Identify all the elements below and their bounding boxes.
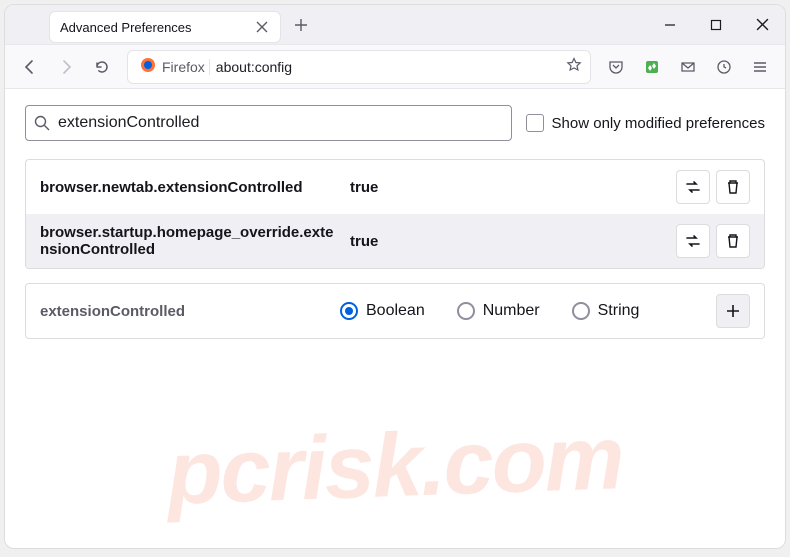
watermark: pcrisk.com <box>4 401 786 531</box>
close-window-button[interactable] <box>739 5 785 44</box>
radio-number[interactable]: Number <box>457 302 540 320</box>
preferences-table: browser.newtab.extensionControlled true … <box>25 159 765 269</box>
search-input[interactable] <box>58 114 503 132</box>
pref-name: browser.newtab.extensionControlled <box>40 179 340 196</box>
toggle-button[interactable] <box>676 170 710 204</box>
checkbox-icon <box>526 114 544 132</box>
maximize-button[interactable] <box>693 5 739 44</box>
pocket-button[interactable] <box>599 50 633 84</box>
navigation-toolbar: Firefox <box>5 45 785 89</box>
tab-title: Advanced Preferences <box>60 20 254 35</box>
new-pref-name: extensionControlled <box>40 303 340 320</box>
about-config-content: Show only modified preferences browser.n… <box>5 89 785 355</box>
mail-button[interactable] <box>671 50 705 84</box>
account-button[interactable] <box>707 50 741 84</box>
close-tab-icon[interactable] <box>254 19 270 35</box>
menu-button[interactable] <box>743 50 777 84</box>
bookmark-star-icon[interactable] <box>566 57 584 76</box>
search-preference-box[interactable] <box>25 105 512 141</box>
titlebar: Advanced Preferences <box>5 5 785 45</box>
pref-value: true <box>350 233 666 250</box>
delete-button[interactable] <box>716 170 750 204</box>
show-modified-label: Show only modified preferences <box>552 115 765 132</box>
delete-button[interactable] <box>716 224 750 258</box>
address-bar[interactable]: Firefox <box>127 50 591 84</box>
firefox-icon <box>134 57 162 76</box>
url-input[interactable] <box>216 59 566 75</box>
radio-icon <box>572 302 590 320</box>
forward-button[interactable] <box>49 50 83 84</box>
toggle-button[interactable] <box>676 224 710 258</box>
window-controls <box>647 5 785 44</box>
extension-button[interactable] <box>635 50 669 84</box>
search-icon <box>34 115 50 131</box>
show-modified-toggle[interactable]: Show only modified preferences <box>526 114 765 132</box>
radio-string[interactable]: String <box>572 302 640 320</box>
add-pref-row: extensionControlled Boolean Number Strin… <box>25 283 765 339</box>
radio-icon <box>340 302 358 320</box>
pref-value: true <box>350 179 666 196</box>
type-radio-group: Boolean Number String <box>340 302 716 320</box>
back-button[interactable] <box>13 50 47 84</box>
radio-icon <box>457 302 475 320</box>
radio-boolean[interactable]: Boolean <box>340 302 425 320</box>
table-row: browser.startup.homepage_override.extens… <box>26 214 764 268</box>
reload-button[interactable] <box>85 50 119 84</box>
browser-tab[interactable]: Advanced Preferences <box>49 11 281 43</box>
add-button[interactable] <box>716 294 750 328</box>
table-row: browser.newtab.extensionControlled true <box>26 160 764 214</box>
pref-name: browser.startup.homepage_override.extens… <box>40 224 340 258</box>
minimize-button[interactable] <box>647 5 693 44</box>
identity-label: Firefox <box>162 59 210 75</box>
new-tab-button[interactable] <box>287 11 315 39</box>
